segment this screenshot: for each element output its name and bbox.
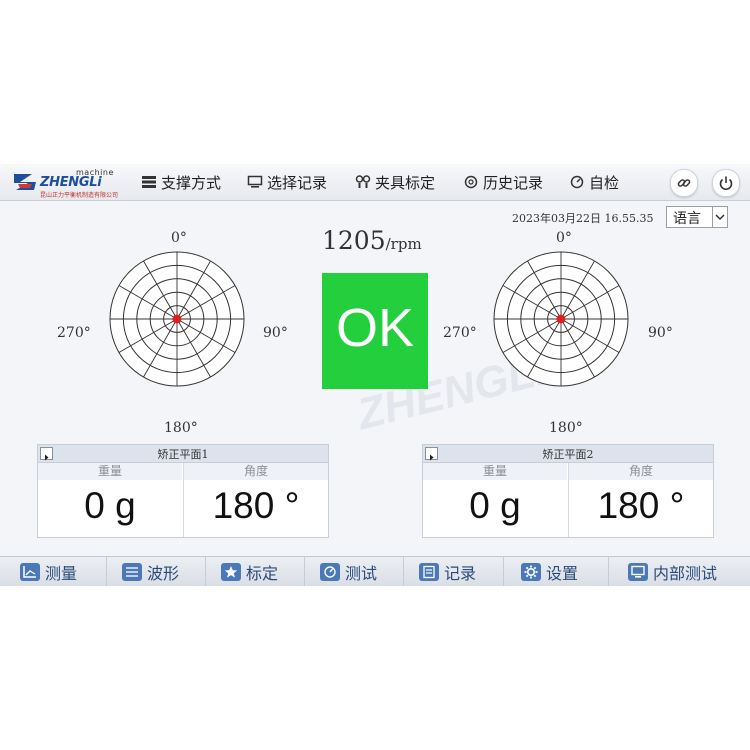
power-button[interactable] — [712, 169, 740, 197]
polar2-label-0: 0° — [556, 230, 572, 246]
menu-label: 夹具标定 — [375, 173, 436, 192]
weight-header: 重量 — [423, 463, 567, 480]
angle-value: 180 ° — [212, 485, 300, 526]
tab-records[interactable]: 记录 — [419, 557, 476, 586]
tab-separator — [205, 557, 206, 586]
balancing-machine-screen: ZHENGLi machine ZHENGLi 昆山正力平衡机制造有限公司 支撑… — [0, 164, 750, 586]
caret-right-icon — [430, 454, 434, 461]
polar2-label-270: 270° — [443, 325, 477, 341]
panel-title: 矫正平面2 — [542, 448, 594, 461]
polar1-label-270: 270° — [57, 325, 91, 341]
menu-label: 支撑方式 — [161, 173, 222, 192]
tab-label: 测试 — [345, 564, 378, 583]
gear-icon — [521, 563, 541, 581]
power-icon — [719, 176, 733, 191]
tab-label: 设置 — [546, 564, 579, 583]
menu-history-record[interactable]: 历史记录 — [463, 164, 543, 200]
gauge-icon — [570, 175, 584, 189]
chart-icon — [20, 563, 40, 581]
correction-plane-2-panel: 矫正平面2 重量 0 g 角度 180 ° — [422, 444, 714, 538]
menu-label: 选择记录 — [267, 173, 328, 192]
tab-waveform[interactable]: 波形 — [122, 557, 179, 586]
speed-readout: 1205/rpm — [322, 226, 422, 255]
angle-column: 角度 180 ° — [569, 463, 713, 537]
dial-icon — [320, 563, 340, 581]
weight-value: 0 g — [469, 485, 521, 526]
weight-column: 重量 0 g — [423, 463, 567, 537]
history-icon — [464, 175, 478, 189]
expand-button[interactable] — [40, 447, 53, 461]
menu-fixture-calibration[interactable]: 夹具标定 — [355, 164, 435, 200]
angle-column: 角度 180 ° — [184, 463, 328, 537]
monitor-icon — [247, 175, 263, 188]
tab-separator — [106, 557, 107, 586]
polar-plot-1 — [109, 251, 245, 387]
tab-separator — [608, 557, 609, 586]
polar-plot-2 — [493, 251, 629, 387]
polar1-label-180: 180° — [164, 420, 198, 436]
imbalance-point — [172, 314, 182, 324]
angle-value: 180 ° — [597, 485, 685, 526]
speed-unit: /rpm — [385, 235, 422, 253]
angle-header: 角度 — [184, 463, 328, 480]
tab-label: 波形 — [147, 564, 180, 583]
star-icon — [221, 563, 241, 581]
angle-header: 角度 — [569, 463, 713, 480]
chevron-down-icon — [712, 207, 727, 227]
fixture-icon — [355, 175, 371, 188]
menu-label: 历史记录 — [483, 173, 544, 192]
menu-support-mode[interactable]: 支撑方式 — [141, 164, 221, 200]
logo-brand: ZHENGLi — [40, 175, 102, 190]
logo-subtitle: 昆山正力平衡机制造有限公司 — [40, 192, 119, 199]
panel-title-bar: 矫正平面2 — [423, 445, 713, 463]
tab-separator — [304, 557, 305, 586]
top-toolbar: machine ZHENGLi 昆山正力平衡机制造有限公司 支撑方式 选择记录 … — [0, 164, 750, 201]
polar1-label-0: 0° — [171, 230, 187, 246]
weight-column: 重量 0 g — [38, 463, 182, 537]
caret-right-icon — [45, 454, 49, 461]
wave-icon — [122, 563, 142, 581]
monitor-icon — [628, 563, 648, 581]
menu-select-record[interactable]: 选择记录 — [247, 164, 327, 200]
clipboard-icon — [419, 563, 439, 581]
polar1-label-90: 90° — [263, 325, 288, 341]
tab-internal-test[interactable]: 内部测试 — [628, 557, 717, 586]
language-label: 语言 — [673, 211, 701, 227]
speed-value: 1205 — [322, 226, 386, 255]
tab-label: 标定 — [246, 564, 279, 583]
tab-measure[interactable]: 测量 — [20, 557, 77, 586]
server-icon — [142, 176, 156, 188]
language-select[interactable]: 语言 — [666, 206, 728, 228]
link-button[interactable] — [670, 169, 698, 197]
tab-test[interactable]: 测试 — [320, 557, 377, 586]
tab-label: 内部测试 — [653, 564, 718, 583]
link-icon — [677, 179, 691, 187]
menu-label: 自检 — [589, 173, 620, 192]
company-logo: machine ZHENGLi 昆山正力平衡机制造有限公司 — [8, 166, 118, 199]
correction-plane-1-panel: 矫正平面1 重量 0 g 角度 180 ° — [37, 444, 329, 538]
tab-label: 测量 — [45, 564, 78, 583]
menu-self-check[interactable]: 自检 — [569, 164, 619, 200]
polar2-label-90: 90° — [648, 325, 673, 341]
datetime-display: 2023年03月22日 16.55.35 — [512, 212, 654, 225]
imbalance-point — [556, 314, 566, 324]
tab-label: 记录 — [444, 564, 477, 583]
tab-settings[interactable]: 设置 — [521, 557, 578, 586]
bottom-tab-bar: 测量 波形 标定 测试 记录 设置 内部测试 — [0, 556, 750, 586]
weight-header: 重量 — [38, 463, 182, 480]
panel-title: 矫正平面1 — [157, 448, 209, 461]
expand-button[interactable] — [425, 447, 438, 461]
panel-title-bar: 矫正平面1 — [38, 445, 328, 463]
tab-calibration[interactable]: 标定 — [221, 557, 278, 586]
tab-separator — [503, 557, 504, 586]
result-label: OK — [335, 298, 415, 358]
tab-separator — [403, 557, 404, 586]
result-indicator: OK — [322, 273, 428, 389]
weight-value: 0 g — [84, 485, 136, 526]
polar2-label-180: 180° — [549, 420, 583, 436]
logo-mark-icon — [14, 174, 36, 190]
